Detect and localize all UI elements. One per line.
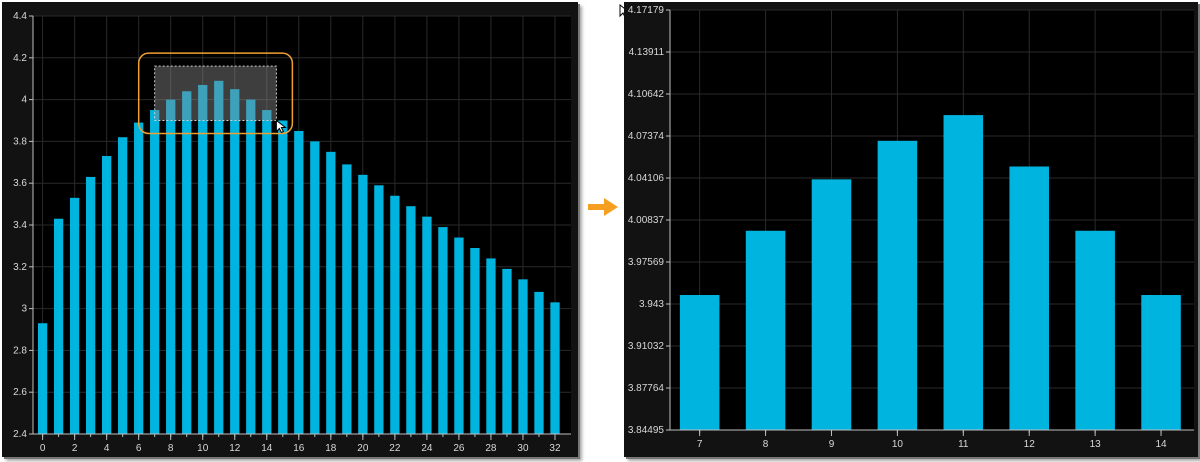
right-y-tick-label: 4.10642 (628, 89, 665, 100)
left-x-tick-label: 10 (197, 443, 209, 454)
left-bar (278, 120, 288, 434)
left-bar (454, 237, 464, 434)
left-bar (198, 84, 208, 434)
right-x-tick-label: 9 (829, 439, 835, 450)
selection-area (154, 65, 277, 122)
left-y-tick-label: 4.2 (13, 53, 27, 64)
right-x-tick-label: 14 (1155, 439, 1167, 450)
left-bar (310, 141, 320, 434)
left-bar (502, 268, 512, 434)
left-bar (182, 91, 192, 435)
left-x-tick-label: 0 (40, 443, 46, 454)
zoomed-bar-chart[interactable]: 3.84495 3.87764 3.91032 3.943 3.97569 4.00837… (624, 2, 1198, 457)
right-bar (1141, 295, 1181, 430)
right-y-tick-label: 3.84495 (628, 425, 665, 436)
left-x-tick-label: 16 (293, 443, 305, 454)
left-bar (134, 122, 144, 434)
left-x-tick-label: 4 (104, 443, 110, 454)
right-y-tick-label: 3.97569 (628, 257, 665, 268)
left-bar (230, 89, 240, 435)
left-x-tick-label: 18 (325, 443, 337, 454)
right-bar (1009, 166, 1049, 431)
left-x-tick-label: 20 (357, 443, 369, 454)
left-bar (262, 110, 272, 435)
left-bar (53, 218, 64, 434)
right-bar (1075, 230, 1115, 430)
left-bar (438, 227, 448, 434)
right-y-tick-label: 4.07374 (628, 131, 665, 142)
left-bar (422, 216, 432, 434)
left-x-tick-label: 6 (136, 443, 142, 454)
right-y-tick-label: 3.87764 (628, 383, 665, 394)
left-bar (390, 195, 400, 434)
left-y-tick-label: 3.2 (13, 262, 27, 273)
right-x-tick-label: 8 (763, 439, 769, 450)
right-y-tick-label: 3.943 (639, 299, 664, 310)
right-bar (877, 140, 918, 430)
left-bar (166, 99, 176, 434)
left-y-tick-label: 4 (21, 95, 27, 106)
left-x-tick-label: 2 (72, 443, 78, 454)
left-bar (294, 130, 304, 434)
left-bar (102, 156, 112, 434)
left-y-tick-label: 4.4 (13, 11, 27, 22)
right-bar (679, 295, 720, 430)
arrow-right-icon (588, 198, 618, 216)
right-x-tick-label: 12 (1024, 439, 1036, 450)
left-bar (406, 206, 416, 434)
right-y-tick-label: 4.17179 (628, 5, 665, 16)
left-bar (342, 164, 352, 434)
left-x-tick-label: 28 (485, 443, 497, 454)
left-bar (374, 185, 384, 434)
left-bar (118, 137, 128, 434)
right-y-tick-label: 3.91032 (628, 341, 665, 352)
left-bar (150, 110, 160, 435)
left-bar (518, 279, 528, 434)
left-y-tick-label: 3.6 (13, 178, 27, 189)
left-x-tick-label: 8 (168, 443, 174, 454)
left-y-tick-label: 2.4 (13, 429, 27, 440)
left-x-tick-label: 26 (453, 443, 465, 454)
left-bar (486, 258, 496, 434)
left-x-tick-label: 32 (549, 443, 561, 454)
left-bar (470, 247, 480, 434)
left-y-tick-label: 2.6 (13, 387, 27, 398)
left-bar (358, 174, 368, 434)
zoomed-chart-panel: 3.84495 3.87764 3.91032 3.943 3.97569 4.00837… (624, 2, 1198, 457)
left-x-tick-label: 12 (229, 443, 241, 454)
right-y-tick-label: 4.04106 (628, 173, 665, 184)
full-bar-chart[interactable]: 2.42.62.833.23.43.63.844.24.40 2 4 6 8 10 12 14… (2, 2, 578, 457)
left-y-tick-label: 3 (21, 304, 27, 315)
right-x-tick-label: 7 (697, 439, 703, 450)
left-y-tick-label: 2.8 (13, 345, 27, 356)
left-bar (246, 99, 256, 434)
left-y-tick-label: 3.8 (13, 136, 27, 147)
left-bar (550, 302, 560, 434)
full-chart-panel: 2.4 2.6 2.8 3 3.2 3.4 3.6 3.8 4 4.2 4.4 0 2 4 6 8 10 12 14… (2, 2, 578, 457)
right-x-tick-label: 10 (892, 439, 904, 450)
left-bar (326, 151, 336, 434)
left-bar (534, 291, 544, 434)
right-x-tick-label: 11 (958, 439, 969, 450)
left-bar (85, 176, 96, 434)
right-bar (745, 230, 786, 430)
right-x-tick-label: 13 (1090, 439, 1102, 450)
left-bar (69, 197, 80, 434)
right-bar (811, 179, 852, 430)
right-y-tick-label: 4.00837 (628, 215, 665, 226)
left-x-tick-label: 22 (389, 443, 401, 454)
left-x-tick-label: 14 (261, 443, 273, 454)
left-x-tick-label: 24 (421, 443, 433, 454)
left-bar (37, 323, 48, 434)
right-y-tick-label: 4.13911 (629, 47, 665, 58)
left-y-tick-label: 3.4 (13, 220, 27, 231)
left-x-tick-label: 30 (517, 443, 529, 454)
right-bar (943, 115, 984, 430)
